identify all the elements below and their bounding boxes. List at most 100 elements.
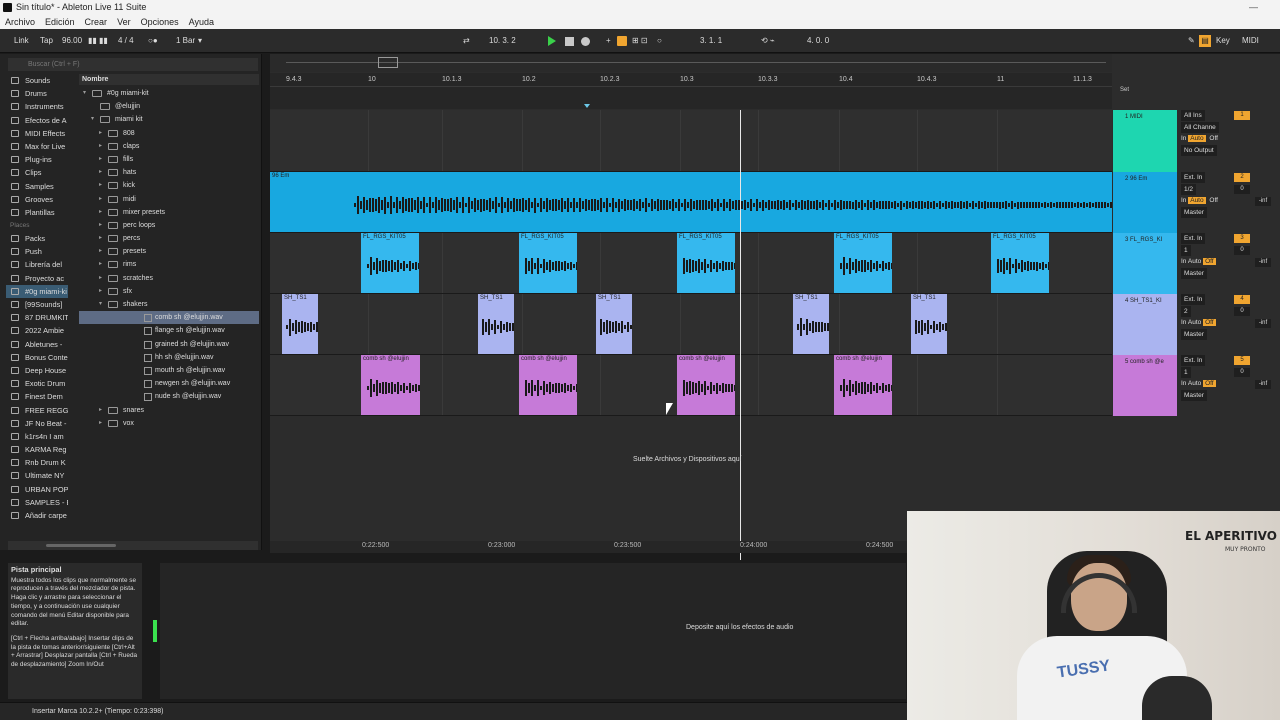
input-channel-dropdown[interactable]: 1 — [1181, 244, 1191, 256]
chevron-right-icon[interactable]: ▸ — [99, 193, 102, 206]
time-signature-field[interactable]: 4 / 4 — [118, 36, 134, 46]
chevron-right-icon[interactable]: ▸ — [99, 206, 102, 219]
track-title-bar[interactable]: 2 96 Em — [1113, 172, 1177, 233]
metronome-icon[interactable]: ○● — [148, 36, 158, 46]
place-item[interactable]: Proyecto ac — [6, 272, 68, 285]
output-dropdown[interactable]: Master — [1181, 389, 1207, 401]
menu-ayuda[interactable]: Ayuda — [184, 15, 219, 29]
track-activator-button[interactable]: 4 — [1234, 295, 1250, 304]
audio-clip[interactable]: SH_TS1 — [478, 294, 514, 354]
chevron-right-icon[interactable]: ▸ — [99, 179, 102, 192]
place-item[interactable]: Finest Dem — [6, 390, 68, 403]
monitor-in-button[interactable]: In — [1181, 197, 1186, 204]
input-type-dropdown[interactable]: Ext. In — [1181, 294, 1206, 305]
place-item[interactable]: SAMPLES - E — [6, 496, 68, 509]
folder-row[interactable]: ▸ sfx — [79, 285, 259, 298]
track-title-bar[interactable]: 1 MIDI — [1113, 110, 1177, 172]
audio-clip[interactable]: comb sh @elujjin — [834, 355, 892, 415]
place-item[interactable]: 2022 Ambie — [6, 324, 68, 337]
audio-clip[interactable]: FL_RGS_KIT05 — [991, 233, 1049, 293]
place-item[interactable]: Rnb Drum K — [6, 456, 68, 469]
key-map-button[interactable]: Key — [1216, 36, 1230, 46]
output-dropdown[interactable]: Master — [1181, 206, 1207, 218]
stop-button[interactable] — [565, 37, 574, 46]
audio-clip[interactable]: FL_RGS_KIT05 — [677, 233, 735, 293]
file-row[interactable]: flange sh @elujjin.wav — [79, 324, 259, 337]
category-item[interactable]: Plug-ins — [6, 153, 68, 166]
audio-clip[interactable]: 96 Em — [270, 172, 1112, 232]
track-header[interactable]: 5 comb sh @e Ext. In 1 In Auto Off Master 5 0-… — [1113, 355, 1280, 416]
place-item[interactable]: #0g miami-ki — [6, 284, 68, 298]
draw-mode-icon[interactable]: ✎ — [1188, 36, 1195, 46]
file-row[interactable]: comb sh @elujjin.wav — [79, 311, 259, 325]
track-title-bar[interactable]: 5 comb sh @e — [1113, 355, 1177, 416]
loop-toggle-icon[interactable]: ⟲ ⌁ — [761, 36, 775, 46]
track-header[interactable]: 2 96 Em Ext. In 1/2 In Auto Off Master 2 0 -inf — [1113, 172, 1280, 233]
chevron-down-icon[interactable]: ▾ — [99, 298, 102, 311]
track-activator-button[interactable]: 2 — [1234, 173, 1250, 182]
track-lane[interactable] — [270, 110, 1112, 172]
track-activator-button[interactable]: 5 — [1234, 356, 1250, 365]
overview-bar[interactable] — [270, 54, 1112, 72]
chevron-right-icon[interactable]: ▸ — [99, 285, 102, 298]
category-item[interactable]: Max for Live — [6, 140, 68, 153]
volume-field[interactable]: 0 — [1234, 368, 1250, 377]
menu-edicion[interactable]: Edición — [40, 15, 80, 29]
track-lane[interactable]: 96 Em — [270, 172, 1112, 233]
folder-row[interactable]: ▸ perc loops — [79, 219, 259, 232]
track-activator-button[interactable]: 3 — [1234, 234, 1250, 243]
mapping-icon[interactable]: ▤ — [1199, 35, 1211, 47]
folder-row[interactable]: @elujjin — [79, 100, 259, 113]
place-item[interactable]: Abletunes - — [6, 338, 68, 351]
track-title-bar[interactable]: 3 FL_RGS_KI — [1113, 233, 1177, 294]
category-item[interactable]: MIDI Effects — [6, 127, 68, 140]
volume-field[interactable]: 0 — [1234, 246, 1250, 255]
menu-crear[interactable]: Crear — [80, 15, 113, 29]
category-item[interactable]: Instruments — [6, 100, 68, 113]
place-item[interactable]: Ultimate NY — [6, 469, 68, 482]
track-lane[interactable]: FL_RGS_KIT05 FL_RGS_KIT05 FL_RGS_KIT05 FL_R… — [270, 233, 1112, 294]
device-view[interactable]: Deposite aquí los efectos de audio — [160, 563, 906, 699]
pan-field[interactable]: -inf — [1255, 380, 1271, 389]
audio-clip[interactable]: SH_TS1 — [282, 294, 318, 354]
follow-icon[interactable]: ⇄ — [463, 36, 470, 46]
file-row[interactable]: hh sh @elujjin.wav — [79, 351, 259, 364]
play-button[interactable] — [548, 36, 556, 46]
input-type-dropdown[interactable]: Ext. In — [1181, 233, 1206, 244]
output-dropdown[interactable]: No Output — [1181, 144, 1217, 156]
input-channel-dropdown[interactable]: 2 — [1181, 305, 1191, 317]
place-item[interactable]: Librería del — [6, 258, 68, 271]
tap-tempo-button[interactable]: Tap — [40, 36, 53, 46]
file-row[interactable]: newgen sh @elujjin.wav — [79, 377, 259, 390]
input-type-dropdown[interactable]: All Ins — [1181, 110, 1205, 121]
tempo-field[interactable]: 96.00 — [62, 36, 82, 46]
overview-locator[interactable] — [378, 57, 398, 68]
pan-field[interactable]: -inf — [1255, 197, 1271, 206]
folder-row[interactable]: ▸ rims — [79, 258, 259, 271]
audio-clip[interactable]: comb sh @elujjin — [519, 355, 577, 415]
track-header[interactable]: 1 MIDI All Ins All Channe In Auto Off No Out… — [1113, 110, 1280, 172]
monitor-off-button[interactable]: Off — [1207, 197, 1220, 204]
volume-field[interactable]: 0 — [1234, 185, 1250, 194]
monitor-in-button[interactable]: In — [1181, 319, 1186, 326]
place-item[interactable]: Añadir carpe — [6, 509, 68, 522]
beat-ruler[interactable]: 9.4.3 10 10.1.3 10.2 10.2.3 10.3 10.3.3 10.4 10.… — [270, 73, 1112, 87]
chevron-right-icon[interactable]: ▸ — [99, 166, 102, 179]
chevron-right-icon[interactable]: ▸ — [99, 417, 102, 430]
monitor-in-button[interactable]: In — [1181, 258, 1186, 265]
category-item[interactable]: Efectos de A — [6, 114, 68, 127]
preview-player[interactable] — [8, 541, 258, 550]
arrangement-position-field[interactable]: 10. 3. 2 — [489, 36, 516, 46]
track-header[interactable]: 3 FL_RGS_KI Ext. In 1 In Auto Off Master 3 0 -i… — [1113, 233, 1280, 294]
folder-row[interactable]: ▸ claps — [79, 140, 259, 153]
folder-row[interactable]: ▸ vox — [79, 417, 259, 430]
category-item[interactable]: Sounds — [6, 74, 68, 87]
track-title-bar[interactable]: 4 SH_TS1_KI — [1113, 294, 1177, 355]
overdub-icon[interactable]: + — [606, 36, 611, 46]
chevron-right-icon[interactable]: ▸ — [99, 140, 102, 153]
audio-clip[interactable]: FL_RGS_KIT05 — [834, 233, 892, 293]
input-channel-dropdown[interactable]: All Channe — [1181, 121, 1219, 133]
locator-bar[interactable] — [270, 87, 1112, 109]
audio-clip[interactable]: SH_TS1 — [793, 294, 829, 354]
track-lane[interactable]: comb sh @elujjin comb sh @elujjin comb sh … — [270, 355, 1112, 416]
